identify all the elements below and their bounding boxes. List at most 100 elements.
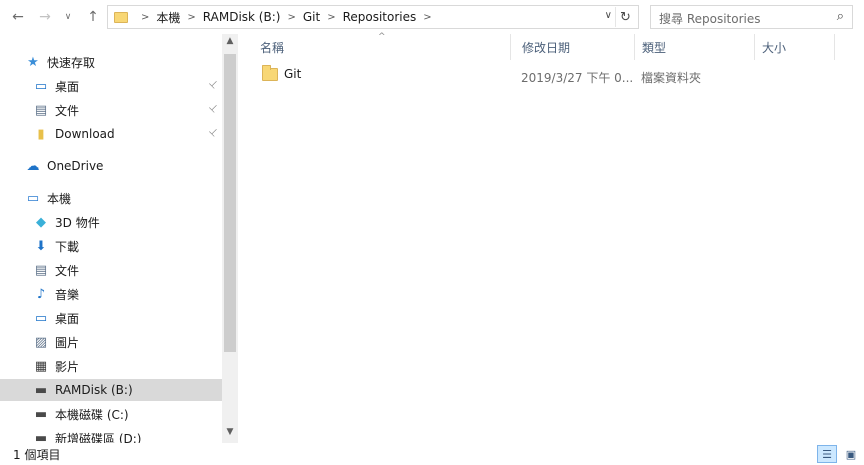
nav-item[interactable]: ▭ 桌面: [0, 307, 222, 329]
column-size-label: 大小: [762, 40, 787, 55]
nav-item-label: 桌面: [55, 79, 80, 94]
up-button[interactable]: ↑: [84, 8, 102, 26]
address-bar[interactable]: > 本機 > RAMDisk (B:) > Git > Repositories > ∨ ↻: [107, 5, 639, 29]
this-pc-icon: ▭: [26, 190, 40, 206]
refresh-button[interactable]: ↻: [615, 7, 635, 27]
documents-icon: ▤: [34, 262, 48, 278]
column-type-label: 類型: [642, 40, 667, 55]
nav-item[interactable]: ☁ OneDrive: [0, 155, 222, 177]
music-icon: ♪: [36, 286, 46, 302]
pictures-icon: ▨: [34, 334, 48, 350]
desktop-icon: ▭: [34, 310, 48, 326]
nav-item[interactable]: ⬇ 下載: [0, 235, 222, 257]
file-list: 名稱 ^ 修改日期 類型 大小 Git 2019/3/27 下午 0... 檔案…: [238, 32, 864, 443]
nav-item[interactable]: ▨ 圖片: [0, 331, 222, 353]
nav-item-label: RAMDisk (B:): [55, 383, 133, 397]
pin-icon: ⊥: [206, 125, 221, 140]
address-toolbar: ← → ∨ ↑ > 本機 > RAMDisk (B:) > Git > Repositorie…: [0, 0, 864, 34]
nav-item-label: OneDrive: [47, 159, 104, 173]
column-header-size[interactable]: 大小: [740, 34, 820, 60]
nav-item[interactable]: ▭ 本機: [0, 187, 222, 209]
breadcrumb: > 本機 > RAMDisk (B:) > Git > Repositories >: [134, 9, 439, 26]
nav-item-label: 下載: [55, 239, 80, 254]
nav-item[interactable]: ▦ 影片: [0, 355, 222, 377]
large-icons-view-button[interactable]: ▣: [841, 445, 861, 463]
videos-icon: ▦: [34, 358, 48, 374]
status-bar: 1 個項目 ☰ ▣: [0, 443, 864, 465]
sort-ascending-icon: ^: [378, 32, 386, 42]
nav-item-label: 文件: [55, 103, 80, 118]
file-row[interactable]: Git 2019/3/27 下午 0... 檔案資料夾: [254, 64, 834, 86]
nav-item-label: 新增磁碟區 (D:): [55, 431, 142, 444]
file-name-cell[interactable]: Git: [262, 64, 302, 81]
breadcrumb-item[interactable]: 本機: [156, 9, 180, 26]
file-type: 檔案資料夾: [641, 71, 702, 85]
details-view-button[interactable]: ☰: [817, 445, 837, 463]
nav-item-label: 本機磁碟 (C:): [55, 407, 129, 422]
file-modified: 2019/3/27 下午 0...: [521, 71, 634, 85]
nav-item[interactable]: ★ 快速存取: [0, 51, 222, 73]
folder-icon: [114, 11, 128, 23]
nav-item-label: 文件: [55, 263, 80, 278]
search-placeholder: 搜尋 Repositories: [659, 12, 761, 26]
nav-item[interactable]: ▮ Download ⊥: [0, 123, 222, 145]
nav-item-label: 影片: [55, 359, 80, 374]
3d-objects-icon: ◆: [36, 214, 46, 230]
nav-item-label: 圖片: [55, 335, 80, 350]
nav-item[interactable]: ▬ 新增磁碟區 (D:): [0, 427, 222, 444]
scroll-up-button[interactable]: ▲: [222, 36, 238, 50]
nav-scrollbar[interactable]: ▲ ▼: [222, 34, 238, 443]
search-box[interactable]: 搜尋 Repositories ⌕: [650, 5, 853, 29]
forward-button[interactable]: →: [36, 8, 54, 26]
breadcrumb-separator-icon[interactable]: >: [141, 12, 149, 23]
drive-d-icon: ▬: [34, 430, 48, 444]
scroll-thumb[interactable]: [224, 54, 236, 352]
folder-icon: ▮: [37, 126, 45, 142]
nav-item[interactable]: ▤ 文件 ⊥: [0, 99, 222, 121]
breadcrumb-separator-icon[interactable]: >: [287, 12, 295, 23]
recent-locations-button[interactable]: ∨: [61, 8, 75, 26]
column-divider[interactable]: [834, 34, 835, 60]
details-view-icon: ☰: [822, 447, 832, 461]
desktop-icon: ▭: [34, 78, 48, 94]
breadcrumb-separator-icon[interactable]: >: [327, 12, 335, 23]
nav-item-label: 桌面: [55, 311, 80, 326]
scroll-down-button[interactable]: ▼: [222, 427, 238, 441]
navigation-pane: ★ 快速存取 ▭ 桌面 ⊥ ▤ 文件 ⊥ ▮ Download ⊥ ☁ OneDrive ▭ 本機 ◆ 3D 物…: [0, 34, 238, 443]
breadcrumb-item[interactable]: Git: [303, 10, 320, 24]
folder-icon: [262, 64, 278, 81]
column-name-label: 名稱: [260, 40, 285, 55]
item-count: 1 個項目: [13, 448, 61, 462]
nav-item[interactable]: ▬ 本機磁碟 (C:): [0, 403, 222, 425]
address-dropdown-button[interactable]: ∨: [605, 10, 612, 21]
nav-item[interactable]: ▭ 桌面 ⊥: [0, 75, 222, 97]
star-icon: ★: [27, 54, 39, 70]
nav-item-label: 3D 物件: [55, 215, 100, 230]
breadcrumb-item[interactable]: Repositories: [343, 10, 417, 24]
pin-icon: ⊥: [206, 77, 221, 92]
breadcrumb-separator-icon[interactable]: >: [423, 12, 431, 23]
onedrive-icon: ☁: [26, 158, 40, 174]
drive-icon: ▬: [34, 382, 48, 398]
column-header-type[interactable]: 類型: [620, 34, 740, 60]
file-name: Git: [284, 67, 302, 81]
pin-icon: ⊥: [206, 101, 221, 116]
column-header-modified[interactable]: 修改日期: [500, 34, 620, 60]
nav-item-label: 本機: [47, 191, 72, 206]
drive-c-icon: ▬: [34, 406, 48, 422]
nav-item[interactable]: ▬ RAMDisk (B:): [0, 379, 222, 401]
nav-item-label: 快速存取: [47, 55, 96, 70]
breadcrumb-separator-icon[interactable]: >: [187, 12, 195, 23]
search-icon[interactable]: ⌕: [837, 9, 844, 24]
nav-item-label: Download: [55, 127, 115, 141]
downloads-icon: ⬇: [35, 238, 47, 254]
column-modified-label: 修改日期: [522, 40, 571, 55]
column-header-name[interactable]: 名稱 ^: [238, 32, 508, 60]
nav-item[interactable]: ▤ 文件: [0, 259, 222, 281]
nav-item[interactable]: ♪ 音樂: [0, 283, 222, 305]
breadcrumb-item[interactable]: RAMDisk (B:): [203, 10, 281, 24]
back-button[interactable]: ←: [9, 8, 27, 26]
nav-item-label: 音樂: [55, 287, 80, 302]
documents-icon: ▤: [34, 102, 48, 118]
nav-item[interactable]: ◆ 3D 物件: [0, 211, 222, 233]
